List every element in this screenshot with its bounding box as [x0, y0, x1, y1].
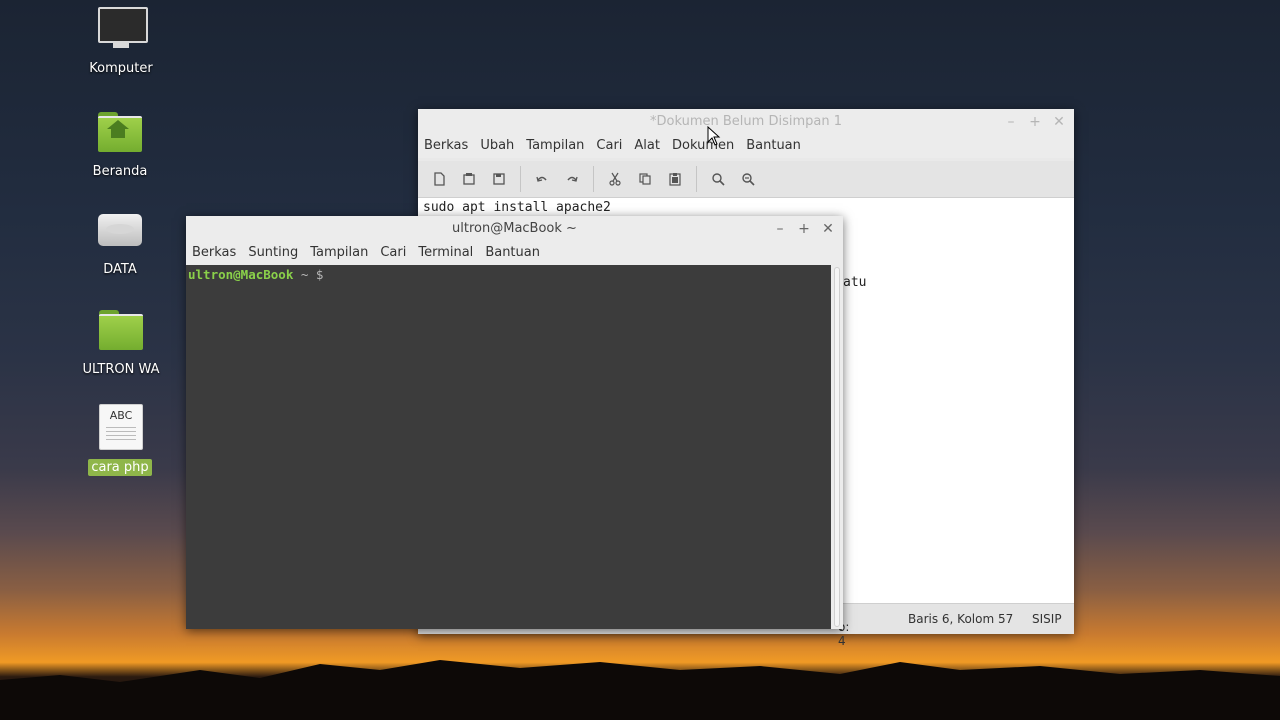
minimize-button[interactable]: –: [773, 216, 787, 242]
terminal-menubar: Berkas Sunting Tampilan Cari Terminal Ba…: [186, 241, 843, 265]
desktop-icon-ultron-wa[interactable]: ULTRON WA: [76, 306, 166, 378]
menu-bantuan[interactable]: Bantuan: [740, 134, 807, 158]
menu-terminal[interactable]: Terminal: [412, 241, 479, 265]
drive-icon: [95, 206, 145, 252]
shell-prompt: ultron@MacBook ~ $: [188, 267, 324, 282]
desktop-icon-label: ULTRON WA: [82, 362, 160, 377]
document-thumbnail-text: ABC: [109, 409, 133, 422]
search-icon[interactable]: [703, 165, 733, 193]
editor-titlebar[interactable]: *Dokumen Belum Disimpan 1 – + ✕: [418, 109, 1074, 135]
home-folder-icon: [95, 108, 145, 154]
menu-cari[interactable]: Cari: [374, 241, 412, 265]
desktop-icon-komputer[interactable]: Komputer: [76, 5, 166, 77]
menu-sunting[interactable]: Sunting: [242, 241, 304, 265]
cursor-position: Baris 6, Kolom 57: [908, 612, 1014, 626]
desktop-icon-label: cara php: [88, 459, 152, 476]
editor-title: *Dokumen Belum Disimpan 1: [650, 114, 842, 129]
menu-berkas[interactable]: Berkas: [418, 134, 474, 158]
editor-toolbar: [418, 161, 1074, 198]
desktop-icon-label: DATA: [103, 262, 137, 277]
text-document-icon: ABC: [95, 404, 145, 450]
menu-alat[interactable]: Alat: [628, 134, 666, 158]
close-button[interactable]: ✕: [821, 216, 835, 242]
desktop-icon-cara-php[interactable]: ABC cara php: [75, 404, 165, 476]
terminal-output[interactable]: ultron@MacBook ~ $: [186, 265, 831, 629]
paste-icon[interactable]: [660, 165, 690, 193]
terminal-window[interactable]: ultron@MacBook ~ – + ✕ Berkas Sunting Ta…: [186, 216, 843, 629]
terminal-titlebar[interactable]: ultron@MacBook ~ – + ✕: [186, 216, 843, 242]
open-icon[interactable]: [454, 165, 484, 193]
undo-icon[interactable]: [527, 165, 557, 193]
desktop-icon-label: Komputer: [89, 61, 153, 76]
menu-ubah[interactable]: Ubah: [474, 134, 520, 158]
desktop-icon-label: Beranda: [92, 164, 148, 179]
scrollbar-thumb[interactable]: [834, 267, 840, 627]
save-icon[interactable]: [484, 165, 514, 193]
menu-bantuan[interactable]: Bantuan: [479, 241, 546, 265]
menu-berkas[interactable]: Berkas: [186, 241, 242, 265]
close-button[interactable]: ✕: [1052, 109, 1066, 135]
maximize-button[interactable]: +: [797, 216, 811, 242]
mouse-pointer-icon: [707, 126, 721, 146]
editor-menubar: Berkas Ubah Tampilan Cari Alat Dokumen B…: [418, 134, 1074, 158]
menu-tampilan[interactable]: Tampilan: [304, 241, 374, 265]
computer-icon: [96, 5, 148, 51]
maximize-button[interactable]: +: [1028, 109, 1042, 135]
folder-icon: [96, 306, 146, 352]
desktop-icon-beranda[interactable]: Beranda: [75, 108, 165, 180]
desktop-wallpaper-mountains: [0, 660, 1280, 720]
insert-mode: SISIP: [1032, 612, 1062, 626]
new-document-icon[interactable]: [424, 165, 454, 193]
redo-icon[interactable]: [557, 165, 587, 193]
minimize-button[interactable]: –: [1004, 109, 1018, 135]
terminal-title: ultron@MacBook ~: [452, 221, 577, 236]
terminal-scrollbar[interactable]: [831, 265, 843, 629]
cut-icon[interactable]: [600, 165, 630, 193]
replace-icon[interactable]: [733, 165, 763, 193]
menu-dokumen[interactable]: Dokumen: [666, 134, 740, 158]
menu-cari[interactable]: Cari: [590, 134, 628, 158]
menu-tampilan[interactable]: Tampilan: [520, 134, 590, 158]
editor-line: atu: [843, 275, 867, 290]
editor-line: sudo apt install apache2: [423, 200, 611, 215]
copy-icon[interactable]: [630, 165, 660, 193]
desktop-icon-data[interactable]: DATA: [75, 206, 165, 278]
